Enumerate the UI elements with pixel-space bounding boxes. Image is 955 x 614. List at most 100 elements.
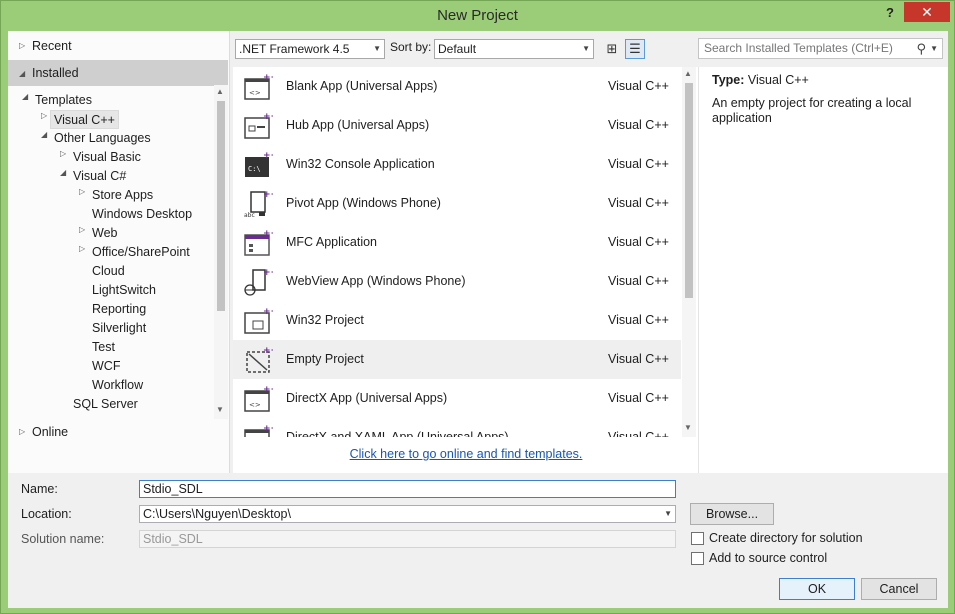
tree-scrollbar[interactable]: ▲ ▼	[214, 85, 228, 419]
expand-arrow-icon[interactable]: ▷	[19, 35, 25, 57]
tree-node[interactable]: Reporting	[92, 300, 146, 319]
name-value: Stdio_SDL	[143, 482, 203, 496]
help-button[interactable]: ?	[879, 3, 901, 23]
chevron-down-icon[interactable]: ▼	[664, 506, 672, 522]
templates-scroll-thumb[interactable]	[685, 83, 693, 298]
online-templates-link[interactable]: Click here to go online and find templat…	[233, 447, 699, 461]
chevron-down-icon[interactable]: ▼	[930, 39, 938, 58]
tree-node[interactable]: Windows Desktop	[92, 205, 192, 224]
tree-node[interactable]: Silverlight	[92, 319, 146, 338]
template-language: Visual C++	[608, 157, 669, 171]
collapse-arrow-icon[interactable]: ◢	[22, 92, 28, 101]
create-directory-label[interactable]: Create directory for solution	[709, 531, 863, 545]
template-row[interactable]: C:\++ Win32 Console Application Visual C++	[233, 145, 681, 184]
recent-label: Recent	[32, 39, 72, 53]
installed-node[interactable]: ◢ Installed	[8, 60, 228, 86]
sort-select[interactable]: Default ▼	[434, 39, 594, 59]
tree-scroll-thumb[interactable]	[217, 101, 225, 311]
tree-node[interactable]: SQL Server	[73, 395, 138, 414]
collapse-arrow-icon[interactable]: ◢	[41, 130, 47, 139]
tree-node[interactable]: Store Apps	[92, 186, 153, 205]
cancel-button[interactable]: Cancel	[861, 578, 937, 600]
location-field[interactable]: C:\Users\Nguyen\Desktop\ ▼	[139, 505, 676, 523]
chevron-down-icon: ▼	[582, 44, 590, 53]
search-input[interactable]: Search Installed Templates (Ctrl+E) ⚲ ▼	[698, 38, 943, 59]
collapse-arrow-icon[interactable]: ◢	[60, 168, 66, 177]
scroll-up-icon[interactable]: ▲	[684, 69, 692, 78]
svg-text:++: ++	[263, 190, 273, 200]
solution-name-field: Stdio_SDL	[139, 530, 676, 548]
svg-text:abc: abc	[244, 212, 255, 218]
grid-view-button[interactable]: ⊞	[602, 39, 622, 59]
svg-text:++: ++	[263, 307, 273, 317]
tree-node[interactable]: Templates	[35, 91, 92, 110]
mfc-app-icon: ++	[243, 227, 278, 257]
hub-app-icon: ++	[243, 110, 278, 140]
templates-scrollbar[interactable]: ▲ ▼	[682, 67, 696, 437]
template-name: Hub App (Universal Apps)	[286, 118, 430, 132]
expand-arrow-icon[interactable]: ▷	[79, 244, 85, 253]
template-language: Visual C++	[608, 352, 669, 366]
source-control-checkbox[interactable]	[691, 552, 704, 565]
window-title: New Project	[437, 7, 518, 24]
template-row[interactable]: <>++ Blank App (Universal Apps) Visual C++	[233, 67, 681, 106]
template-name: Pivot App (Windows Phone)	[286, 196, 441, 210]
scroll-up-icon[interactable]: ▲	[216, 87, 224, 96]
template-row[interactable]: ++ Win32 Project Visual C++	[233, 301, 681, 340]
dialog-client: ▷ Recent ◢ Installed ◢ Templates ▷ Visual C…	[8, 31, 948, 608]
close-button[interactable]: ✕	[904, 2, 950, 22]
collapse-arrow-icon[interactable]: ◢	[19, 61, 25, 87]
template-row[interactable]: ++ MFC Application Visual C++	[233, 223, 681, 262]
solution-name-value: Stdio_SDL	[143, 532, 203, 546]
svg-text:<>: <>	[249, 89, 261, 97]
scroll-down-icon[interactable]: ▼	[216, 405, 224, 414]
tree-node[interactable]: Visual C++	[50, 110, 119, 129]
tree-node[interactable]: Visual Basic	[73, 148, 141, 167]
expand-arrow-icon[interactable]: ▷	[79, 187, 85, 196]
tree-node[interactable]: LightSwitch	[92, 281, 156, 300]
svg-text:++: ++	[263, 346, 273, 356]
expand-arrow-icon[interactable]: ▷	[79, 225, 85, 234]
framework-select[interactable]: .NET Framework 4.5 ▼	[235, 39, 385, 59]
tree-node[interactable]: WCF	[92, 357, 120, 376]
tree-node[interactable]: Test	[92, 338, 115, 357]
location-label: Location:	[21, 507, 72, 521]
search-placeholder: Search Installed Templates (Ctrl+E)	[704, 41, 893, 55]
scroll-down-icon[interactable]: ▼	[684, 423, 692, 432]
sort-by-label: Sort by:	[390, 40, 432, 54]
template-row[interactable]: abc ++ Pivot App (Windows Phone) Visual C++	[233, 184, 681, 223]
empty-project-icon: ++	[243, 344, 278, 374]
template-name: DirectX and XAML App (Universal Apps)	[286, 430, 509, 437]
template-row[interactable]: ++ Empty Project Visual C++	[233, 340, 681, 379]
online-node[interactable]: ▷ Online	[8, 421, 228, 443]
template-row[interactable]: ++ Hub App (Universal Apps) Visual C++	[233, 106, 681, 145]
directx-app-icon: <>++	[243, 383, 278, 413]
online-label: Online	[32, 425, 69, 439]
create-directory-checkbox[interactable]	[691, 532, 704, 545]
tree-node[interactable]: Cloud	[92, 262, 125, 281]
template-row[interactable]: ++ WebView App (Windows Phone) Visual C++	[233, 262, 681, 301]
template-language: Visual C++	[608, 274, 669, 288]
directx-xaml-app-icon: <>++	[243, 422, 278, 437]
tree-node[interactable]: Web	[92, 224, 117, 243]
pivot-app-icon: abc ++	[243, 188, 278, 219]
source-control-label[interactable]: Add to source control	[709, 551, 827, 565]
template-name: WebView App (Windows Phone)	[286, 274, 466, 288]
tree-node[interactable]: Visual C#	[73, 167, 126, 186]
expand-arrow-icon[interactable]: ▷	[19, 421, 25, 443]
expand-arrow-icon[interactable]: ▷	[60, 149, 66, 158]
list-view-button[interactable]: ☰	[625, 39, 645, 59]
recent-node[interactable]: ▷ Recent	[8, 35, 228, 57]
tree-node[interactable]: Workflow	[92, 376, 143, 395]
template-row[interactable]: <>++ DirectX App (Universal Apps) Visual C…	[233, 379, 681, 418]
tree-node[interactable]: Office/SharePoint	[92, 243, 190, 262]
ok-button[interactable]: OK	[779, 578, 855, 600]
tree-node[interactable]: Other Languages	[54, 129, 151, 148]
name-field[interactable]: Stdio_SDL	[139, 480, 676, 498]
templates-list: <>++Blank App (Universal Apps)Visual C++…	[233, 67, 681, 437]
template-language: Visual C++	[608, 79, 669, 93]
expand-arrow-icon[interactable]: ▷	[41, 111, 47, 120]
search-icon[interactable]: ⚲	[916, 39, 926, 58]
browse-button[interactable]: Browse...	[690, 503, 774, 525]
template-row[interactable]: <>++ DirectX and XAML App (Universal Apps…	[233, 418, 681, 437]
